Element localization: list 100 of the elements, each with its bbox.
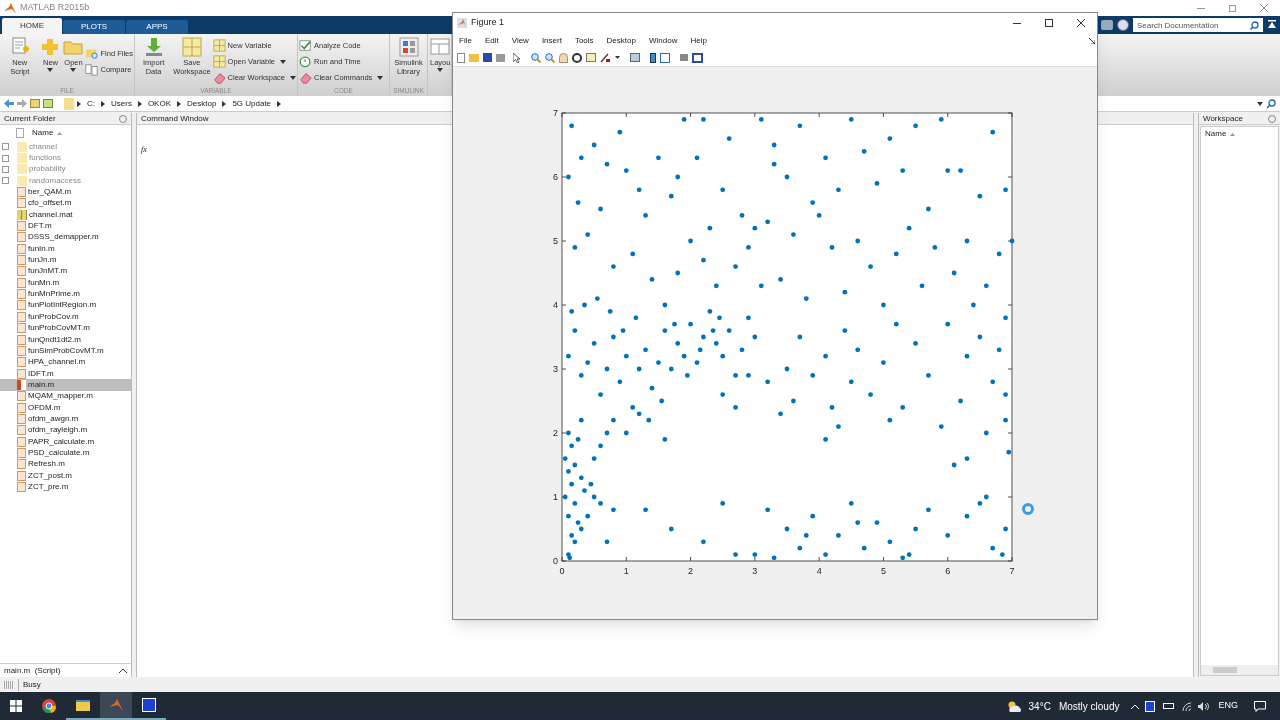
dropdown-caret-icon: [47, 68, 54, 72]
matlab-logo-icon: [4, 2, 16, 14]
file-row[interactable]: funProbCov.m: [0, 311, 131, 323]
file-row[interactable]: DFT.m: [0, 220, 131, 232]
temperature-text[interactable]: 34°C: [1028, 698, 1051, 714]
file-row[interactable]: randomaccess: [0, 175, 131, 187]
file-row[interactable]: channel: [0, 141, 131, 153]
grid-icon: [212, 55, 226, 68]
file-row[interactable]: HPA_channel.m: [0, 356, 131, 368]
file-row[interactable]: funPlotIntRegion.m: [0, 299, 131, 312]
file-row[interactable]: funJnMT.m: [0, 265, 131, 278]
folder-icon: [17, 164, 27, 175]
dropdown-caret-icon[interactable]: [615, 56, 620, 59]
file-row[interactable]: funMnPrime.m: [0, 288, 131, 300]
close-icon[interactable]: [1077, 19, 1085, 27]
pointer-arrow-icon[interactable]: [513, 52, 521, 63]
file-row[interactable]: funSimProbCovMT.m: [0, 345, 131, 357]
dropdown-caret-icon[interactable]: [1257, 101, 1263, 106]
column-header[interactable]: Name: [28, 127, 54, 139]
menu-item[interactable]: Tools: [574, 35, 594, 47]
breadcrumb-arrow-icon[interactable]: [101, 100, 105, 107]
search-icon[interactable]: [1250, 20, 1259, 30]
function-file-icon: [17, 300, 26, 311]
file-row[interactable]: main.m: [0, 379, 131, 391]
file-row[interactable]: DSSS_demapper.m: [0, 231, 131, 244]
file-row[interactable]: Refresh.m: [0, 458, 131, 470]
dock-arrow-icon[interactable]: [1089, 38, 1095, 44]
breadcrumb-arrow-icon[interactable]: [77, 100, 81, 107]
zoom-in-icon[interactable]: [531, 52, 541, 63]
folder-icon: [17, 175, 27, 186]
search-icon[interactable]: [1266, 98, 1276, 109]
new-file-icon[interactable]: [457, 52, 465, 63]
file-row[interactable]: funQndt1dt2.m: [0, 333, 131, 346]
menu-item[interactable]: File: [459, 35, 472, 47]
wifi-icon[interactable]: [1182, 701, 1193, 711]
speaker-icon[interactable]: [1198, 701, 1211, 711]
file-row[interactable]: ZCT_post.m: [0, 469, 131, 482]
file-row[interactable]: ZCT_pre.m: [0, 481, 131, 493]
back-arrow-icon[interactable]: [4, 99, 14, 108]
dropdown-caret-icon: [377, 75, 384, 80]
breadcrumb-arrow-icon[interactable]: [137, 100, 142, 107]
file-row[interactable]: PSD_calculate.m: [0, 447, 131, 459]
file-row[interactable]: funJn.m: [0, 254, 131, 266]
collapse-caret-icon[interactable]: [119, 668, 127, 673]
file-row[interactable]: cfo_offset.m: [0, 197, 131, 210]
ribbon-tab[interactable]: PLOTS: [63, 20, 125, 34]
weather-text[interactable]: Mostly cloudy: [1058, 698, 1120, 714]
chevron-up-icon[interactable]: [1131, 703, 1140, 709]
tick-label: 2: [553, 428, 558, 438]
zoom-out-icon[interactable]: [545, 52, 555, 63]
menu-item[interactable]: View: [511, 35, 529, 47]
path-segment[interactable]: OKOK: [144, 97, 174, 110]
file-row[interactable]: funIn.m: [0, 243, 131, 255]
path-segment[interactable]: C:: [84, 97, 98, 110]
path-segment[interactable]: Desktop: [184, 97, 220, 110]
horizontal-scrollbar[interactable]: [1201, 665, 1278, 675]
figure-window-icon: [142, 698, 156, 712]
legend-icon[interactable]: [660, 52, 670, 63]
path-segment[interactable]: 5G Update: [229, 97, 275, 110]
file-row[interactable]: ofdm_awgn.m: [0, 413, 131, 425]
path-segment[interactable]: Users: [108, 97, 135, 110]
folder-search-icon: [85, 47, 99, 60]
file-row[interactable]: IDFT.m: [0, 367, 131, 380]
file-row[interactable]: funMn.m: [0, 277, 131, 289]
collapse-icon[interactable]: [1267, 20, 1277, 30]
function-file-icon: [17, 277, 26, 288]
function-file-icon: [17, 391, 26, 402]
notification-icon[interactable]: [1254, 700, 1266, 712]
file-row[interactable]: PAPR_calculate.m: [0, 435, 131, 448]
column-header[interactable]: Name: [1205, 128, 1227, 140]
help-icon[interactable]: [1117, 19, 1129, 31]
file-row[interactable]: functions: [0, 152, 131, 164]
ribbon-tab[interactable]: HOME: [2, 18, 62, 34]
file-row[interactable]: ber_QAM.m: [0, 186, 131, 198]
language-indicator[interactable]: ENG: [1218, 699, 1238, 713]
restore-icon[interactable]: [1229, 4, 1236, 12]
file-row[interactable]: OFDM.m: [0, 401, 131, 414]
menu-item[interactable]: Edit: [484, 35, 499, 47]
menu-item[interactable]: Window: [648, 35, 678, 47]
status-text: Busy: [18, 678, 41, 691]
file-row[interactable]: funProbCovMT.m: [0, 322, 131, 334]
ribbon-tab[interactable]: APPS: [126, 20, 188, 34]
tick-label: 4: [816, 566, 822, 576]
minimize-icon[interactable]: [1013, 22, 1021, 24]
show-plot-tools-icon[interactable]: [692, 52, 703, 63]
breadcrumb-arrow-icon[interactable]: [222, 100, 227, 107]
maximize-icon[interactable]: [1045, 19, 1053, 27]
file-row[interactable]: channel.mat: [0, 209, 131, 221]
function-file-icon: [17, 334, 26, 345]
function-prompt: fx: [141, 145, 147, 154]
breadcrumb-arrow-icon[interactable]: [177, 100, 181, 107]
brush-icon[interactable]: [600, 52, 611, 63]
script-file-icon: [17, 379, 26, 390]
breadcrumb-arrow-icon[interactable]: [277, 100, 282, 107]
file-row[interactable]: MQAM_mapper.m: [0, 390, 131, 402]
file-row[interactable]: probability: [0, 163, 131, 176]
menu-item[interactable]: Desktop: [606, 35, 636, 47]
menu-item[interactable]: Insert: [541, 35, 562, 47]
menu-item[interactable]: Help: [690, 35, 707, 47]
file-row[interactable]: ofdm_rayleigh.m: [0, 424, 131, 436]
